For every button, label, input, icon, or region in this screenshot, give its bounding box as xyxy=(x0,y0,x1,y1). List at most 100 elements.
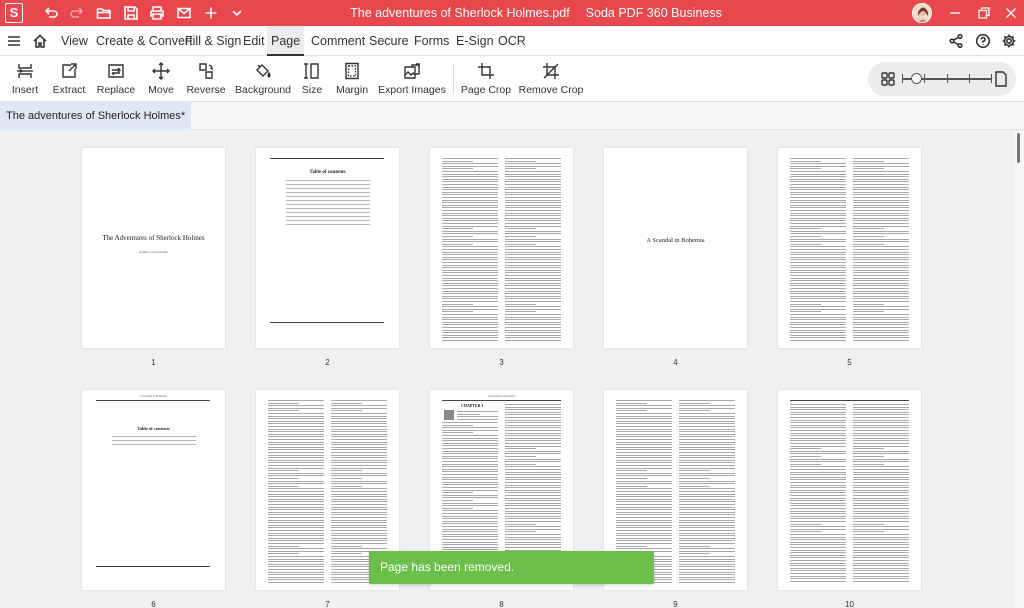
text-line xyxy=(853,575,909,577)
thumbnail-grid-icon[interactable] xyxy=(880,71,896,87)
text-line xyxy=(853,199,909,201)
settings-gear-icon[interactable] xyxy=(1000,32,1018,50)
text-line xyxy=(442,194,498,196)
text-line xyxy=(331,446,387,448)
tab-page[interactable]: Page xyxy=(267,26,304,56)
move-button[interactable]: Move xyxy=(146,60,176,100)
text-line xyxy=(505,445,561,447)
email-icon[interactable] xyxy=(173,3,195,23)
export-images-button[interactable]: Export Images xyxy=(378,60,446,100)
text-line xyxy=(331,449,387,451)
home-icon[interactable] xyxy=(31,32,49,50)
text-line xyxy=(505,547,561,548)
tab-view[interactable]: View xyxy=(57,26,92,56)
text-line xyxy=(853,458,909,460)
save-icon[interactable] xyxy=(120,3,142,23)
menu-bar: View Create & Convert Fill & Sign Edit P… xyxy=(0,26,1024,56)
zoom-slider[interactable] xyxy=(902,73,992,84)
redo-icon[interactable] xyxy=(66,3,88,23)
text-line xyxy=(790,526,846,528)
page-thumbnail-3[interactable] xyxy=(430,148,573,348)
text-line xyxy=(442,424,473,426)
extract-button[interactable]: Extract xyxy=(52,60,86,100)
tab-ocr[interactable]: OCR xyxy=(494,26,530,56)
restore-icon[interactable] xyxy=(973,3,995,23)
text-line xyxy=(853,189,909,191)
insert-button[interactable]: Insert xyxy=(10,60,40,100)
text-line xyxy=(442,502,498,504)
undo-icon[interactable] xyxy=(40,3,62,23)
remove-crop-button[interactable]: Remove Crop xyxy=(519,60,583,100)
tab-forms[interactable]: Forms xyxy=(410,26,453,56)
text-line xyxy=(442,220,498,222)
page-thumbnail-4[interactable]: A Scandal in Bohemia xyxy=(604,148,747,348)
single-page-icon[interactable] xyxy=(994,71,1008,87)
text-line xyxy=(853,541,909,543)
text-line xyxy=(790,437,846,439)
text-line xyxy=(790,181,846,183)
document-tab[interactable]: The adventures of Sherlock Holmes* xyxy=(0,102,192,130)
help-icon[interactable] xyxy=(974,32,992,50)
text-line xyxy=(853,513,909,515)
text-line xyxy=(505,301,561,302)
zoom-slider-thumb[interactable] xyxy=(910,73,922,84)
margin-button[interactable]: Margin xyxy=(336,60,368,100)
text-line xyxy=(442,202,498,204)
tab-e-sign[interactable]: E-Sign xyxy=(452,26,498,56)
text-line xyxy=(268,504,324,505)
text-line xyxy=(505,513,561,515)
page-crop-button[interactable]: Page Crop xyxy=(461,60,511,100)
open-folder-icon[interactable] xyxy=(93,3,115,23)
text-line xyxy=(442,316,498,318)
user-avatar[interactable] xyxy=(912,3,932,23)
text-line xyxy=(679,576,735,578)
text-line xyxy=(505,424,561,426)
text-line xyxy=(442,280,498,282)
text-line xyxy=(853,332,909,334)
size-button[interactable]: Size xyxy=(299,60,325,100)
new-document-icon[interactable] xyxy=(200,3,222,23)
page-thumbnail-6[interactable]: A Scandal in Bohemia Table of contents xyxy=(82,390,225,590)
share-icon[interactable] xyxy=(947,32,965,50)
page-thumbnail-2[interactable]: Table of contents xyxy=(256,148,399,348)
text-line xyxy=(853,272,909,274)
text-line xyxy=(853,241,909,243)
hamburger-menu-icon[interactable] xyxy=(5,32,23,50)
replace-button[interactable]: Replace xyxy=(97,60,135,100)
page-thumbnail-5[interactable] xyxy=(778,148,921,348)
text-line xyxy=(853,554,909,556)
tab-fill-sign[interactable]: Fill & Sign xyxy=(181,26,245,56)
text-line xyxy=(442,163,498,165)
background-button[interactable]: Background xyxy=(235,60,291,100)
text-line xyxy=(679,511,735,513)
text-line xyxy=(679,441,735,443)
reverse-button[interactable]: Reverse xyxy=(186,60,226,100)
text-line xyxy=(505,230,561,232)
text-line xyxy=(790,573,846,574)
text-line xyxy=(853,165,909,167)
tab-edit[interactable]: Edit xyxy=(239,26,269,56)
customize-chevron-down-icon[interactable] xyxy=(226,3,248,23)
text-line xyxy=(505,443,561,444)
minimize-icon[interactable] xyxy=(944,3,966,23)
text-line xyxy=(616,511,672,513)
text-line xyxy=(268,496,324,498)
print-icon[interactable] xyxy=(146,3,168,23)
tab-secure[interactable]: Secure xyxy=(365,26,413,56)
text-line xyxy=(679,462,735,464)
page-thumbnail-1[interactable]: The Adventures of Sherlock Holmes Arthur… xyxy=(82,148,225,348)
vertical-scrollbar[interactable] xyxy=(1014,131,1024,608)
app-logo[interactable]: S xyxy=(5,3,23,23)
text-line xyxy=(853,217,909,219)
text-line xyxy=(853,518,909,520)
scrollbar-thumb[interactable] xyxy=(1017,133,1020,163)
text-line xyxy=(505,225,561,227)
text-line xyxy=(790,575,846,577)
text-line xyxy=(505,285,561,287)
page-thumbnail-10[interactable] xyxy=(778,390,921,590)
text-line xyxy=(679,465,735,466)
close-icon[interactable] xyxy=(1000,3,1022,23)
text-line xyxy=(616,441,672,443)
tab-comment[interactable]: Comment xyxy=(307,26,369,56)
text-line xyxy=(442,515,498,517)
